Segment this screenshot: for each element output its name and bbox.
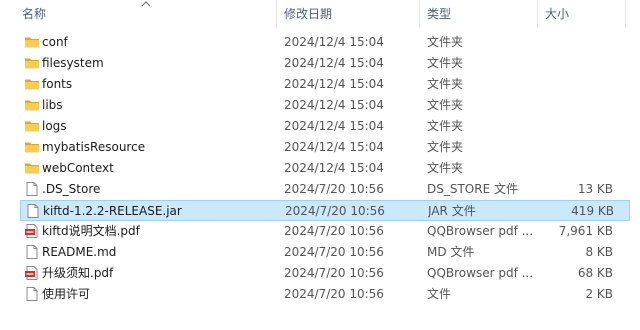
file-size: 419 KB	[571, 204, 614, 218]
column-separator[interactable]	[625, 0, 626, 28]
pdf-icon	[25, 266, 38, 280]
folder-icon	[25, 100, 39, 111]
file-size	[545, 137, 613, 158]
file-name: logs	[42, 119, 67, 133]
file-row[interactable]: logs 2024/12/4 15:04 文件夹	[20, 116, 630, 137]
file-row[interactable]: README.md 2024/7/20 10:56 MD 文件 8 KB	[20, 242, 630, 263]
folder-icon	[25, 142, 39, 153]
file-modified-date: 2024/7/20 10:56	[285, 204, 385, 218]
file-modified-date: 2024/7/20 10:56	[284, 266, 384, 280]
file-name: 升级须知.pdf	[42, 266, 114, 280]
file-name: .DS_Store	[42, 182, 101, 196]
file-row[interactable]: conf 2024/12/4 15:04 文件夹	[20, 32, 630, 53]
file-type: JAR 文件	[428, 204, 476, 218]
folder-icon	[25, 58, 39, 69]
file-modified-date: 2024/12/4 15:04	[284, 77, 384, 91]
file-row[interactable]: filesystem 2024/12/4 15:04 文件夹	[20, 53, 630, 74]
column-size-header[interactable]: 大小	[545, 0, 569, 28]
file-type: MD 文件	[427, 245, 475, 259]
sort-ascending-icon	[141, 1, 151, 7]
file-modified-date: 2024/12/4 15:04	[284, 140, 384, 154]
column-name-header[interactable]: 名称	[22, 0, 46, 28]
file-name: conf	[42, 35, 68, 49]
file-size	[545, 32, 613, 53]
file-modified-date: 2024/7/20 10:56	[284, 224, 384, 238]
file-name: mybatisResource	[42, 140, 146, 154]
column-date-header[interactable]: 修改日期	[284, 0, 332, 28]
file-modified-date: 2024/7/20 10:56	[284, 287, 384, 301]
file-icon	[26, 182, 38, 196]
file-modified-date: 2024/12/4 15:04	[284, 161, 384, 175]
pdf-icon	[25, 224, 38, 238]
file-type: 文件夹	[427, 77, 464, 91]
file-row[interactable]: .DS_Store 2024/7/20 10:56 DS_STORE 文件 13 KB	[20, 179, 630, 200]
file-type: 文件	[427, 287, 452, 301]
file-row[interactable]: kiftd说明文档.pdf 2024/7/20 10:56 QQBrowser pd…	[20, 221, 630, 242]
file-name: fonts	[42, 77, 73, 91]
file-type: 文件夹	[427, 98, 464, 112]
file-name: kiftd说明文档.pdf	[42, 224, 140, 238]
folder-icon	[25, 163, 39, 174]
file-name: kiftd-1.2.2-RELEASE.jar	[43, 204, 182, 218]
file-type: QQBrowser pdf ...	[427, 224, 534, 238]
file-type: 文件夹	[427, 140, 464, 154]
file-row[interactable]: libs 2024/12/4 15:04 文件夹	[20, 95, 630, 116]
file-row[interactable]: fonts 2024/12/4 15:04 文件夹	[20, 74, 630, 95]
file-type: 文件夹	[427, 35, 464, 49]
file-icon	[27, 204, 39, 218]
file-type: DS_STORE 文件	[427, 182, 518, 196]
file-modified-date: 2024/12/4 15:04	[284, 56, 384, 70]
file-row[interactable]: 升级须知.pdf 2024/7/20 10:56 QQBrowser pdf ...…	[20, 263, 630, 284]
column-separator[interactable]	[537, 0, 538, 28]
file-size	[545, 74, 613, 95]
file-row[interactable]: 使用许可 2024/7/20 10:56 文件 2 KB	[20, 284, 630, 305]
file-modified-date: 2024/7/20 10:56	[284, 182, 384, 196]
file-size: 7,961 KB	[558, 224, 613, 238]
file-type: 文件夹	[427, 56, 464, 70]
file-name: filesystem	[42, 56, 104, 70]
file-row[interactable]: webContext 2024/12/4 15:04 文件夹	[20, 158, 630, 179]
column-separator[interactable]	[276, 0, 277, 28]
file-icon	[26, 245, 38, 259]
file-size	[545, 95, 613, 116]
folder-icon	[25, 37, 39, 48]
file-type: 文件夹	[427, 161, 464, 175]
folder-icon	[25, 121, 39, 132]
file-size: 2 KB	[585, 287, 613, 301]
file-icon	[26, 287, 38, 301]
file-name: webContext	[42, 161, 114, 175]
file-modified-date: 2024/12/4 15:04	[284, 35, 384, 49]
file-modified-date: 2024/7/20 10:56	[284, 245, 384, 259]
file-size: 8 KB	[585, 245, 613, 259]
file-row[interactable]: kiftd-1.2.2-RELEASE.jar 2024/7/20 10:56 JA…	[20, 200, 630, 221]
file-name: libs	[42, 98, 63, 112]
file-row[interactable]: mybatisResource 2024/12/4 15:04 文件夹	[20, 137, 630, 158]
file-size: 13 KB	[577, 182, 613, 196]
file-type: QQBrowser pdf ...	[427, 266, 534, 280]
column-header: 名称 修改日期 类型 大小	[0, 0, 640, 28]
file-name: 使用许可	[42, 287, 91, 301]
folder-icon	[25, 79, 39, 90]
file-size	[545, 116, 613, 137]
file-type: 文件夹	[427, 119, 464, 133]
file-name: README.md	[42, 245, 117, 259]
file-size	[545, 53, 613, 74]
column-separator[interactable]	[419, 0, 420, 28]
file-modified-date: 2024/12/4 15:04	[284, 98, 384, 112]
file-size	[545, 158, 613, 179]
file-modified-date: 2024/12/4 15:04	[284, 119, 384, 133]
column-type-header[interactable]: 类型	[427, 0, 451, 28]
file-size: 68 KB	[577, 266, 613, 280]
